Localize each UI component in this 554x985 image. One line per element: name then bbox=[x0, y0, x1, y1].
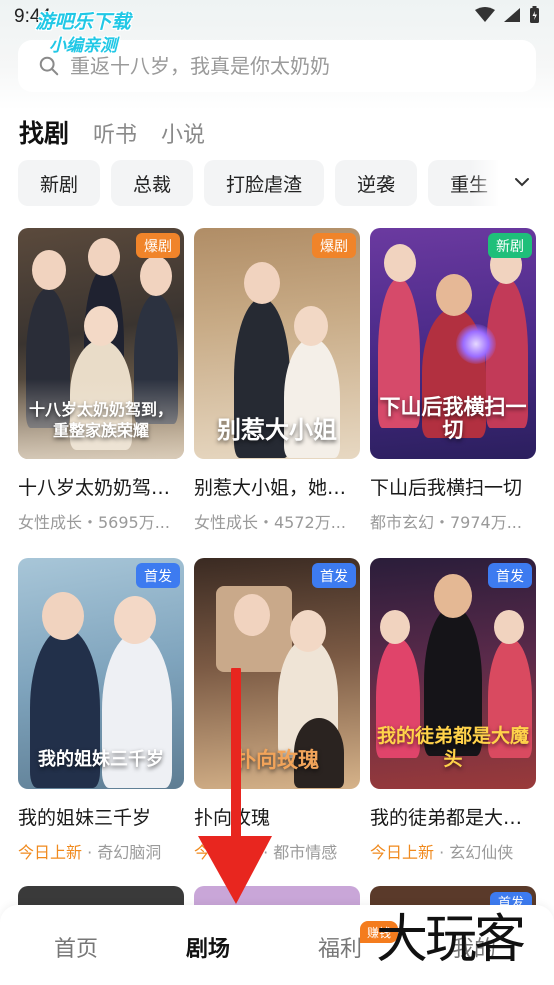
drama-cover[interactable]: 十八岁太奶奶驾到，重整家族荣耀 爆剧 bbox=[18, 228, 184, 459]
new-today-label: 今日上新 bbox=[18, 843, 83, 862]
drama-card[interactable]: 下山后我横扫一切 新剧 下山后我横扫一切 都市玄幻・7974万... bbox=[370, 228, 536, 533]
drama-genre: 都市情感 bbox=[273, 843, 338, 862]
cover-title: 我的徒弟都是大魔头 bbox=[376, 725, 529, 770]
status-badge: 首发 bbox=[489, 892, 532, 906]
status-badge: 首发 bbox=[488, 563, 532, 588]
drama-title[interactable]: 十八岁太奶奶驾到，重整家族荣耀 bbox=[18, 473, 184, 500]
tab-audiobook[interactable]: 听书 bbox=[93, 117, 137, 149]
category-fade bbox=[470, 160, 500, 206]
drama-meta: 女性成长・4572万... bbox=[194, 513, 346, 532]
chevron-down-icon[interactable] bbox=[512, 172, 532, 192]
drama-card[interactable]: 十八岁太奶奶驾到，重整家族荣耀 爆剧 十八岁太奶奶驾到，重整家族荣耀 女性成长・… bbox=[18, 228, 184, 533]
drama-card[interactable]: 别惹大小姐 爆剧 别惹大小姐，她是京都亲爸是女儿奴 女性成长・4572万... bbox=[194, 228, 360, 533]
wifi-icon bbox=[475, 7, 495, 22]
cover-title: 下山后我横扫一切 bbox=[379, 394, 527, 442]
drama-card-peek[interactable]: 首发 bbox=[370, 886, 536, 906]
nav-home[interactable]: 首页 bbox=[54, 931, 98, 963]
cover-title: 十八岁太奶奶驾到，重整家族荣耀 bbox=[28, 400, 173, 440]
signal-icon bbox=[504, 8, 520, 22]
status-badge: 爆剧 bbox=[312, 233, 356, 258]
drama-genre: 奇幻脑洞 bbox=[97, 843, 162, 862]
drama-cover[interactable]: 别惹大小姐 爆剧 bbox=[194, 228, 360, 459]
drama-meta: 都市玄幻・7974万... bbox=[370, 513, 522, 532]
drama-title[interactable]: 我的徒弟都是大魔头 bbox=[370, 803, 536, 830]
drama-cover[interactable]: 下山后我横扫一切 新剧 bbox=[370, 228, 536, 459]
nav-theater[interactable]: 剧场 bbox=[186, 931, 230, 963]
status-badge: 首发 bbox=[136, 563, 180, 588]
drama-cover[interactable]: 我的姐妹三千岁 首发 bbox=[18, 558, 184, 789]
status-badge: 首发 bbox=[312, 563, 356, 588]
drama-title[interactable]: 别惹大小姐，她是京都亲爸是女儿奴 bbox=[194, 473, 360, 500]
category-chip[interactable]: 总裁 bbox=[111, 160, 194, 206]
category-chip[interactable]: 打脸虐渣 bbox=[204, 160, 325, 206]
drama-cover[interactable]: 我的徒弟都是大魔头 首发 bbox=[370, 558, 536, 789]
drama-card[interactable]: 我的姐妹三千岁 首发 我的姐妹三千岁 今日上新 · 奇幻脑洞 bbox=[18, 558, 184, 863]
cover-title: 我的姐妹三千岁 bbox=[38, 749, 164, 770]
category-chip[interactable]: 新剧 bbox=[18, 160, 101, 206]
category-chips: 新剧 总裁 打脸虐渣 逆袭 重生 bbox=[18, 160, 498, 206]
status-badge: 新剧 bbox=[488, 233, 532, 258]
nav-welfare[interactable]: 福利 bbox=[318, 931, 362, 963]
tab-find-drama[interactable]: 找剧 bbox=[19, 114, 69, 150]
drama-card[interactable]: 我的徒弟都是大魔头 首发 我的徒弟都是大魔头 今日上新 · 玄幻仙侠 bbox=[370, 558, 536, 863]
drama-meta: 女性成长・5695万... bbox=[18, 513, 170, 532]
drama-genre: 玄幻仙侠 bbox=[449, 843, 514, 862]
brand-watermark-logo: 大玩客 bbox=[376, 910, 526, 970]
search-input[interactable] bbox=[70, 54, 510, 78]
status-icons bbox=[475, 6, 540, 24]
drama-meta: 今日上新 · 玄幻仙侠 bbox=[370, 843, 514, 862]
category-chip[interactable]: 逆袭 bbox=[335, 160, 418, 206]
red-arrow-annotation bbox=[198, 668, 272, 904]
cover-title: 别惹大小姐 bbox=[217, 415, 337, 444]
drama-title[interactable]: 我的姐妹三千岁 bbox=[18, 803, 184, 830]
status-time: 9:44 bbox=[14, 6, 51, 27]
tab-novel[interactable]: 小说 bbox=[161, 117, 205, 149]
battery-icon bbox=[530, 6, 539, 23]
drama-card-peek[interactable] bbox=[18, 886, 184, 906]
search-icon bbox=[39, 56, 59, 76]
drama-title[interactable]: 下山后我横扫一切 bbox=[370, 473, 536, 500]
status-badge: 爆剧 bbox=[136, 233, 180, 258]
new-today-label: 今日上新 bbox=[370, 843, 435, 862]
search-bar[interactable] bbox=[18, 40, 536, 92]
main-tabs: 找剧 听书 小说 bbox=[19, 114, 205, 150]
drama-meta: 今日上新 · 奇幻脑洞 bbox=[18, 843, 162, 862]
